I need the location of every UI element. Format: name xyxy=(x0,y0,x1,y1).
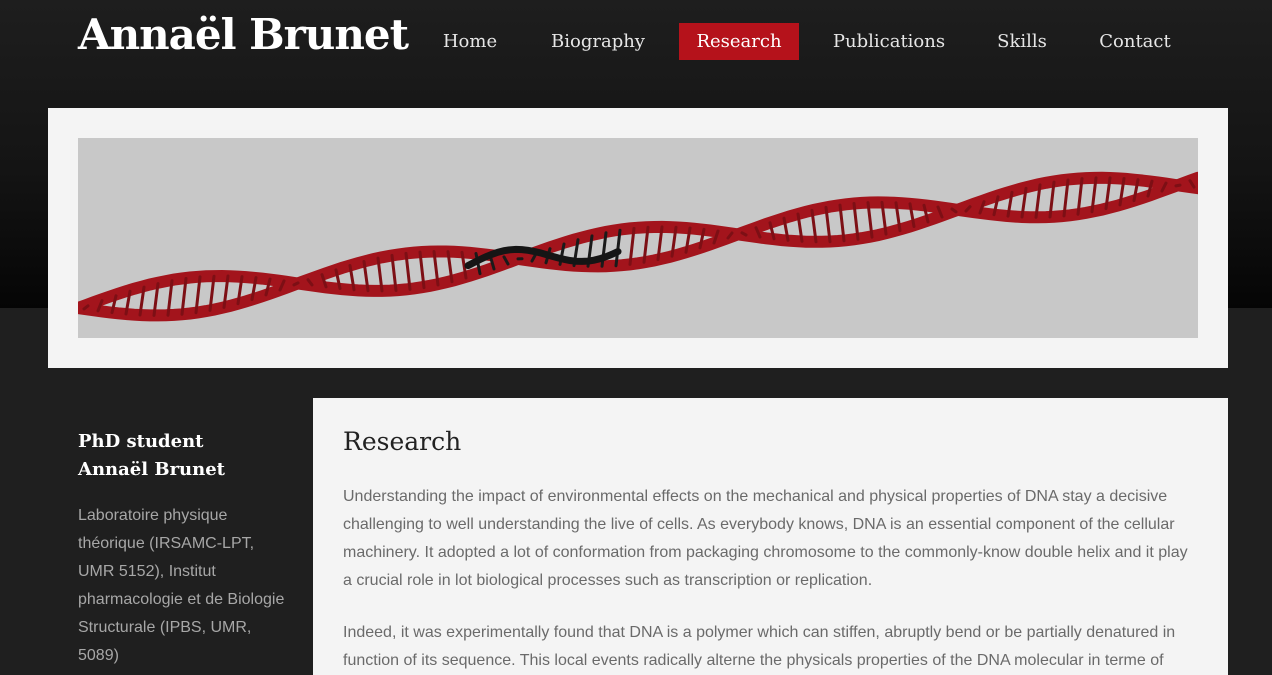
nav-contact[interactable]: Contact xyxy=(1090,23,1180,60)
sidebar-affiliation: Laboratoire physique théorique (IRSAMC-L… xyxy=(78,507,285,664)
page-title: Research xyxy=(343,427,462,456)
nav-research[interactable]: Research xyxy=(679,23,799,60)
dna-base-pair xyxy=(292,281,300,287)
main-content: Research Understanding the impact of env… xyxy=(313,398,1228,675)
sidebar-title: PhD student Annaël Brunet xyxy=(78,428,288,484)
nav-biography[interactable]: Biography xyxy=(542,23,654,60)
dna-base-pair xyxy=(740,231,748,237)
banner xyxy=(48,108,1228,368)
nav-skills[interactable]: Skills xyxy=(988,23,1056,60)
sidebar-name: Annaël Brunet xyxy=(78,459,225,480)
paragraph-2: Indeed, it was experimentally found that… xyxy=(343,624,1176,669)
paragraph-1: Understanding the impact of environmenta… xyxy=(343,488,1188,589)
site-title[interactable]: Annaël Brunet xyxy=(78,10,409,59)
nav-publications[interactable]: Publications xyxy=(824,23,954,60)
nav-home[interactable]: Home xyxy=(430,23,510,60)
site-header: Annaël Brunet Home Biography Research Pu… xyxy=(0,0,1272,80)
dna-helix-graphic xyxy=(78,138,1198,338)
dna-helix-image xyxy=(78,138,1198,338)
sidebar: PhD student Annaël Brunet Laboratoire ph… xyxy=(78,428,288,670)
sidebar-role: PhD student xyxy=(78,431,204,452)
dna-base-pair xyxy=(1174,183,1182,188)
